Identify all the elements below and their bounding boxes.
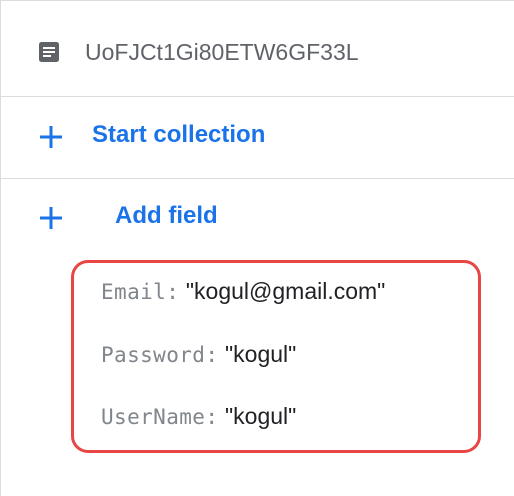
start-collection-button[interactable]: Start collection bbox=[1, 97, 514, 179]
field-row-password[interactable]: Password: "kogul" bbox=[101, 338, 296, 370]
field-key: UserName bbox=[101, 405, 206, 429]
field-value: "kogul" bbox=[225, 341, 297, 367]
field-separator: : bbox=[166, 280, 179, 304]
plus-icon bbox=[40, 126, 62, 148]
field-row-username[interactable]: UserName: "kogul" bbox=[101, 400, 296, 432]
add-field-label: Add field bbox=[115, 202, 218, 229]
document-id: UoFJCt1Gi80ETW6GF33L bbox=[85, 39, 359, 65]
field-value: "kogul@gmail.com" bbox=[185, 278, 386, 304]
field-value: "kogul" bbox=[225, 403, 297, 429]
document-icon bbox=[39, 42, 59, 62]
field-row-email[interactable]: Email: "kogul@gmail.com" bbox=[101, 275, 385, 307]
plus-icon bbox=[40, 207, 62, 229]
document-panel: UoFJCt1Gi80ETW6GF33L Start collection Ad… bbox=[0, 0, 514, 496]
fields-list: Email: "kogul@gmail.com" Password: "kogul"… bbox=[71, 260, 481, 453]
field-key: Email bbox=[101, 280, 167, 304]
add-field-button[interactable]: Add field bbox=[1, 179, 514, 261]
field-separator: : bbox=[205, 405, 219, 429]
field-key: Password bbox=[101, 343, 206, 367]
start-collection-label: Start collection bbox=[92, 121, 266, 148]
document-header[interactable]: UoFJCt1Gi80ETW6GF33L bbox=[1, 0, 514, 97]
field-separator: : bbox=[205, 343, 219, 367]
